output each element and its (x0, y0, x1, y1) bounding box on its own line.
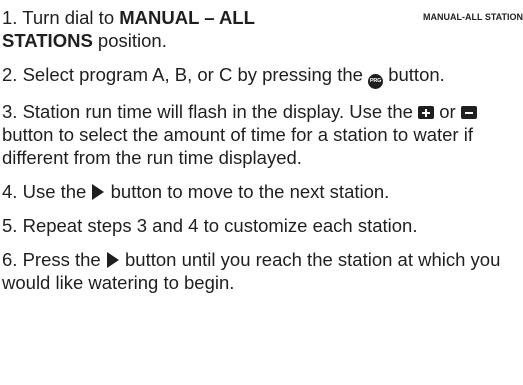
step-number: 4. (2, 181, 18, 202)
step-text: button. (383, 64, 445, 85)
step-number: 1. (2, 7, 18, 28)
instruction-page: MANUAL-ALL STATION 1. Turn dial to MANUA… (0, 0, 523, 385)
step-1: 1. Turn dial to MANUAL – ALL STATIONS po… (0, 6, 342, 52)
prg-button-icon: PRG (368, 74, 384, 89)
plus-button-icon (418, 106, 435, 119)
step-number: 5. (2, 215, 18, 236)
right-arrow-button-icon (92, 184, 105, 200)
step-text: or (434, 101, 461, 122)
minus-button-icon (460, 106, 477, 119)
step-number: 6. (2, 249, 18, 270)
step-6: 6. Press the button until you reach the … (0, 248, 523, 294)
step-text: Press the (22, 249, 106, 270)
step-number: 2. (2, 64, 18, 85)
step-5: 5. Repeat steps 3 and 4 to customize eac… (0, 214, 523, 237)
step-3: 3. Station run time will flash in the di… (0, 100, 523, 169)
instruction-steps: 1. Turn dial to MANUAL – ALL STATIONS po… (0, 6, 523, 294)
step-text: Turn dial to (22, 7, 120, 28)
step-text: button to move to the next station. (105, 181, 390, 202)
step-text: position. (92, 30, 167, 51)
right-arrow-button-icon (106, 252, 119, 268)
step-4: 4. Use the button to move to the next st… (0, 180, 523, 203)
step-text: Repeat steps 3 and 4 to customize each s… (22, 215, 418, 236)
step-text: Select program A, B, or C by pressing th… (22, 64, 369, 85)
step-2: 2. Select program A, B, or C by pressing… (0, 63, 523, 89)
step-text: button to select the amount of time for … (2, 124, 473, 168)
step-text: Station run time will flash in the displ… (22, 101, 419, 122)
step-number: 3. (2, 101, 18, 122)
step-text: Use the (22, 181, 92, 202)
